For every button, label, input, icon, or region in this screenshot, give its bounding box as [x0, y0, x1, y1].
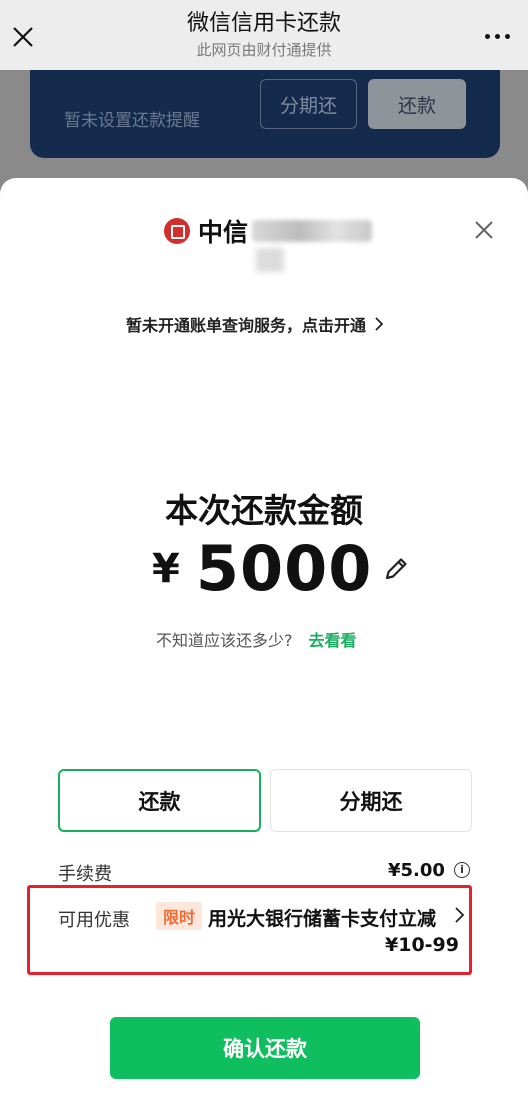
background-reminder-text: 暂未设置还款提醒 — [64, 111, 200, 131]
promo-amount: ¥10-99 — [385, 934, 459, 956]
bank-name: 中信 — [198, 218, 249, 247]
promo-label: 可用优惠 — [58, 910, 130, 931]
edit-pencil-icon[interactable] — [382, 555, 410, 583]
amount-title: 本次还款金额 — [165, 491, 363, 530]
tab-installment[interactable]: 分期还 — [270, 769, 472, 832]
hint-text: 不知道应该还多少? — [156, 631, 293, 650]
limited-time-badge: 限时 — [156, 902, 202, 930]
amount-row: ¥ 5000 — [152, 532, 410, 605]
close-icon[interactable] — [10, 24, 36, 50]
info-icon[interactable]: i — [454, 862, 470, 878]
bank-header: 中信 — [164, 213, 373, 249]
fee-label: 手续费 — [58, 864, 112, 885]
background-installment-button: 分期还 — [260, 79, 357, 129]
tab-repay[interactable]: 还款 — [58, 769, 261, 832]
redacted-bank-info — [252, 220, 373, 242]
open-bill-service-link[interactable]: 暂未开通账单查询服务，点击开通 — [126, 312, 384, 336]
page-subtitle: 此网页由财付通提供 — [196, 41, 332, 59]
hint-row: 不知道应该还多少? 去看看 — [156, 627, 357, 651]
chevron-right-icon[interactable] — [454, 906, 466, 924]
bank-logo-icon — [164, 218, 190, 244]
page-title: 微信信用卡还款 — [186, 11, 341, 36]
redacted-mark — [256, 248, 284, 272]
promo-text: 用光大银行储蓄卡支付立减 — [208, 908, 437, 930]
amount-value[interactable]: 5000 — [196, 532, 373, 605]
more-icon[interactable] — [485, 34, 510, 39]
background-repay-button: 还款 — [368, 79, 466, 129]
currency-symbol: ¥ — [152, 545, 180, 592]
confirm-repay-button[interactable]: 确认还款 — [110, 1017, 420, 1079]
see-more-link[interactable]: 去看看 — [309, 627, 357, 651]
top-navigation-bar: 微信信用卡还款 此网页由财付通提供 — [0, 0, 528, 70]
fee-value: ¥5.00 — [388, 860, 445, 881]
sheet-close-icon[interactable] — [474, 220, 494, 240]
chevron-right-icon — [375, 317, 384, 331]
open-service-text: 暂未开通账单查询服务，点击开通 — [126, 316, 367, 335]
